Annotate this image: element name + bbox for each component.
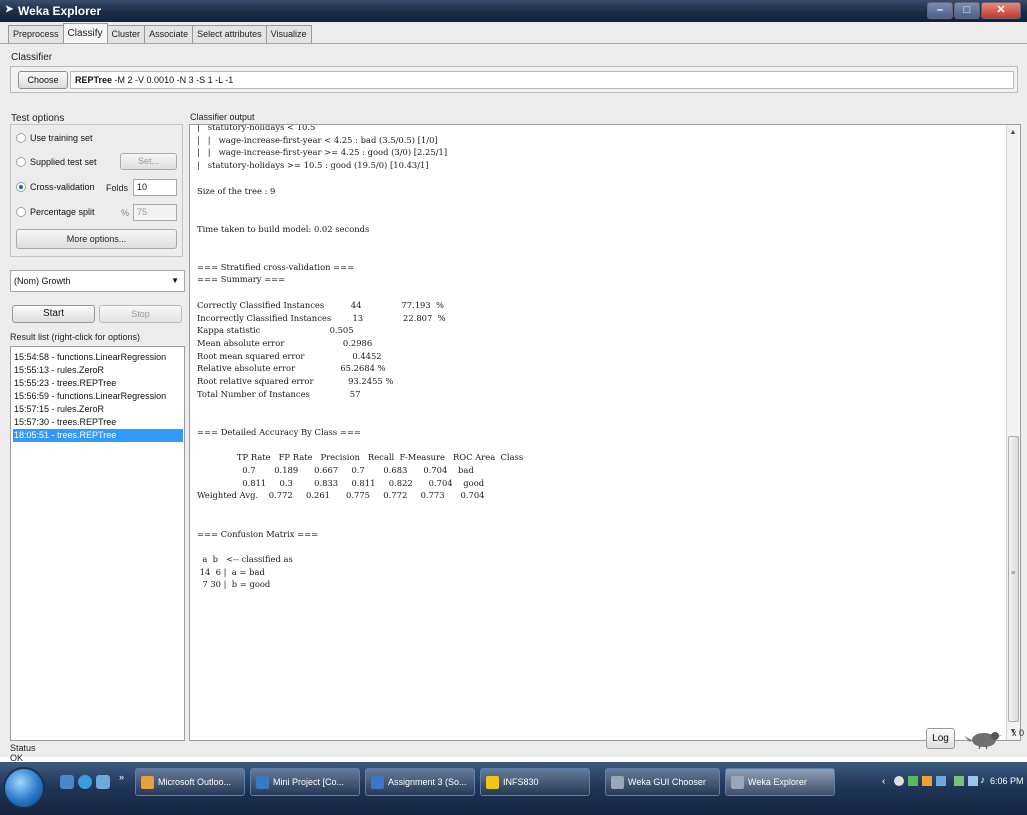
cross-validation-option[interactable]: Cross-validation [16, 179, 95, 195]
classifier-output-label: Classifier output [190, 112, 255, 122]
cross-validation-label: Cross-validation [30, 182, 95, 192]
maximize-button[interactable]: □ [954, 2, 980, 19]
tray-app-icon[interactable] [922, 776, 932, 786]
dropdown-arrow-icon: ▼ [171, 276, 179, 285]
percentage-input[interactable]: 75 [133, 204, 177, 221]
classifier-options: -M 2 -V 0.0010 -N 3 -S 1 -L -1 [114, 75, 234, 85]
taskbar-assignment[interactable]: Assignment 3 (So... [365, 768, 475, 796]
tab-associate[interactable]: Associate [144, 25, 194, 43]
log-button[interactable]: Log [926, 728, 955, 749]
tab-visualize[interactable]: Visualize [265, 25, 312, 43]
use-training-set-option[interactable]: Use training set [16, 130, 93, 146]
result-list-item[interactable]: 15:54:58 - functions.LinearRegression [13, 351, 183, 364]
folder-icon [486, 776, 499, 789]
radio-icon [16, 133, 26, 143]
taskbar-outlook[interactable]: Microsoft Outloo... [135, 768, 245, 796]
classifier-section-label: Classifier [11, 52, 53, 63]
tab-select-attributes[interactable]: Select attributes [192, 25, 267, 43]
tray-app-icon[interactable] [936, 776, 946, 786]
set-test-set-button[interactable]: Set... [120, 153, 177, 170]
minimize-button[interactable]: – [927, 2, 953, 19]
word-document-icon [371, 776, 384, 789]
windows-start-orb-icon[interactable] [3, 767, 45, 809]
taskbar-mini-project[interactable]: Mini Project [Co... [250, 768, 360, 796]
taskbar-weka-gui-chooser[interactable]: Weka GUI Chooser [605, 768, 720, 796]
start-button[interactable]: Start [12, 305, 95, 323]
supplied-test-set-label: Supplied test set [30, 157, 97, 167]
weka-app-icon: ➤ [5, 4, 14, 15]
task-count: x 0 [1012, 728, 1025, 738]
radio-icon [16, 157, 26, 167]
volume-icon[interactable]: ♪ [980, 775, 985, 786]
class-attribute-select[interactable]: (Nom) Growth ▼ [10, 270, 185, 292]
tab-classify[interactable]: Classify [62, 23, 108, 43]
taskbar-weka-explorer[interactable]: Weka Explorer [725, 768, 835, 796]
tray-app-icon[interactable] [968, 776, 978, 786]
classifier-config-field[interactable]: REPTree -M 2 -V 0.0010 -N 3 -S 1 -L -1 [70, 71, 1014, 89]
result-list: 15:54:58 - functions.LinearRegression 15… [10, 346, 185, 741]
class-attribute-value: (Nom) Growth [14, 276, 71, 286]
result-list-item[interactable]: 15:55:23 - trees.REPTree [13, 377, 183, 390]
window-controls: – □ ✕ [927, 2, 1021, 19]
scrollbar-grip-icon: ≡ [1011, 570, 1016, 577]
weka-bird-icon[interactable] [962, 727, 1002, 749]
taskbar-clock[interactable]: 6:06 PM [990, 776, 1024, 786]
java-app-icon [611, 776, 624, 789]
internet-explorer-icon[interactable] [78, 775, 92, 789]
result-list-item[interactable]: 15:56:59 - functions.LinearRegression [13, 390, 183, 403]
taskbar-item-label: Weka Explorer [748, 777, 807, 787]
tab-bar: Preprocess Classify Cluster Associate Se… [8, 23, 312, 43]
status-label: Status [10, 743, 36, 753]
more-options-button[interactable]: More options... [16, 229, 177, 249]
choose-button[interactable]: Choose [18, 71, 68, 89]
supplied-test-set-option[interactable]: Supplied test set [16, 154, 97, 170]
folds-input[interactable]: 10 [133, 179, 177, 196]
result-list-label: Result list (right-click for options) [10, 332, 141, 342]
switch-windows-icon[interactable] [96, 775, 110, 789]
tray-app-icon[interactable] [894, 776, 904, 786]
percent-label: % [121, 208, 130, 218]
word-document-icon [256, 776, 269, 789]
show-desktop-icon[interactable] [60, 775, 74, 789]
test-options-label: Test options [11, 113, 65, 124]
classifier-output-text: | statutory-holidays < 10.5 | | wage-inc… [197, 124, 524, 590]
result-list-item[interactable]: 15:57:15 - rules.ZeroR [13, 403, 183, 416]
taskbar-item-label: Microsoft Outloo... [158, 777, 232, 787]
classifier-name: REPTree [75, 75, 113, 85]
network-icon[interactable] [908, 776, 918, 786]
tab-cluster[interactable]: Cluster [106, 25, 146, 43]
result-list-item[interactable]: 15:55:13 - rules.ZeroR [13, 364, 183, 377]
window-titlebar: ➤ Weka Explorer – □ ✕ [0, 0, 1027, 22]
radio-selected-icon [16, 182, 26, 192]
stop-button[interactable]: Stop [99, 305, 182, 323]
tray-app-icon[interactable] [954, 776, 964, 786]
percentage-split-label: Percentage split [30, 207, 95, 217]
taskbar-infs830[interactable]: INFS830 [480, 768, 590, 796]
folds-label: Folds [106, 183, 129, 193]
result-list-item[interactable]: 15:57:30 - trees.REPTree [13, 416, 183, 429]
quick-launch-overflow-icon[interactable]: » [119, 772, 124, 782]
radio-icon [16, 207, 26, 217]
taskbar-item-label: Mini Project [Co... [273, 777, 345, 787]
window-title: Weka Explorer [18, 4, 102, 18]
classifier-output-panel[interactable]: | statutory-holidays < 10.5 | | wage-inc… [189, 124, 1021, 741]
tab-divider [0, 43, 1027, 44]
close-button[interactable]: ✕ [981, 2, 1021, 19]
tab-preprocess[interactable]: Preprocess [8, 25, 64, 43]
result-list-item-selected[interactable]: 18:05:51 - trees.REPTree [13, 429, 183, 442]
outlook-icon [141, 776, 154, 789]
taskbar-item-label: Weka GUI Chooser [628, 777, 706, 787]
percentage-split-option[interactable]: Percentage split [16, 204, 95, 220]
scroll-up-arrow-icon[interactable]: ▲ [1007, 126, 1019, 140]
scrollbar-thumb[interactable] [1008, 436, 1019, 722]
tray-expand-icon[interactable]: ‹ [882, 776, 885, 787]
taskbar-item-label: Assignment 3 (So... [388, 777, 467, 787]
taskbar-item-label: INFS830 [503, 777, 539, 787]
use-training-set-label: Use training set [30, 133, 93, 143]
java-app-icon [731, 776, 744, 789]
